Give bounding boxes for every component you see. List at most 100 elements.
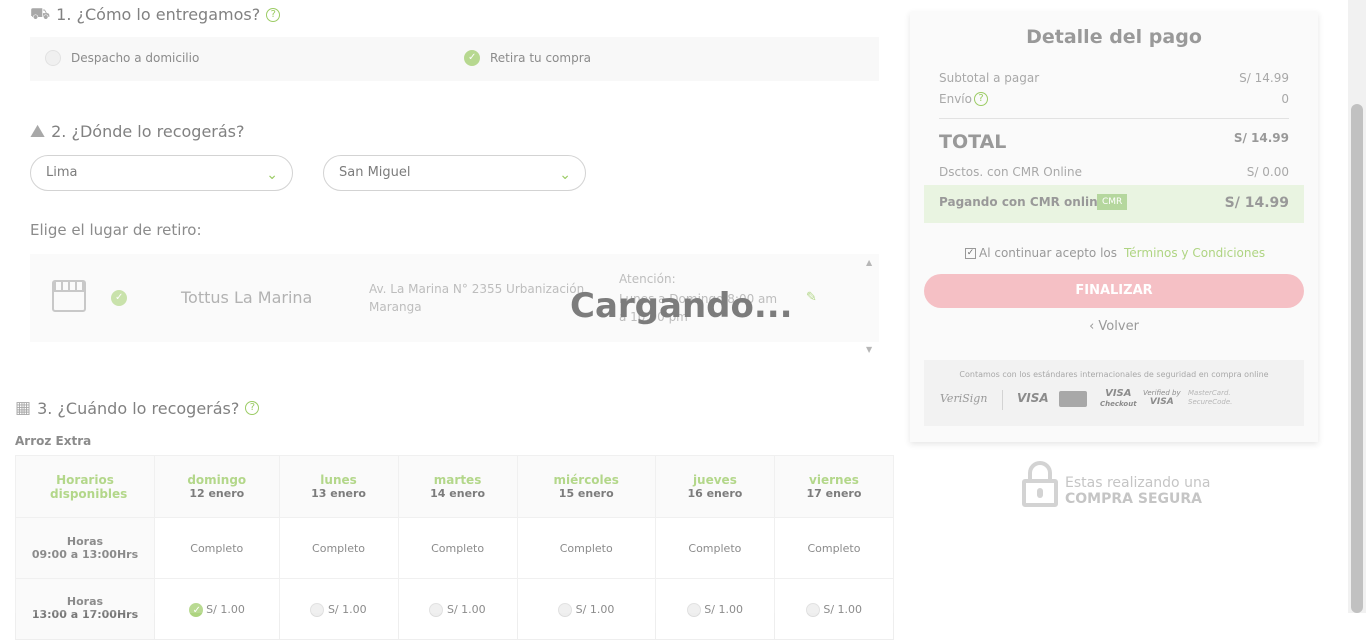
day-column: domingo 12 enero bbox=[154, 455, 280, 518]
slot-radio[interactable] bbox=[188, 603, 203, 618]
back-link[interactable]: ‹ Volver bbox=[910, 319, 1318, 334]
slot-option[interactable]: S/ 1.00 bbox=[654, 578, 775, 640]
verisign-logo: VeriSign bbox=[940, 392, 988, 405]
divider bbox=[1002, 390, 1003, 410]
slot-option[interactable]: S/ 1.00 bbox=[773, 578, 895, 640]
district-value: San Miguel bbox=[339, 165, 411, 180]
choose-store-label: Elige el lugar de retiro: bbox=[30, 221, 202, 239]
day-date: 13 enero bbox=[311, 487, 366, 500]
slot-radio[interactable] bbox=[686, 603, 701, 617]
delivery-title: 1. ¿Cómo lo entregamos? bbox=[56, 5, 261, 24]
total-label: TOTAL bbox=[939, 131, 1007, 153]
map-icon: ⛰ bbox=[30, 121, 46, 142]
security-text: Contamos con los estándares internaciona… bbox=[959, 370, 1269, 379]
help-icon[interactable]: ? bbox=[973, 92, 988, 106]
option-pickup-label: Retira tu compra bbox=[490, 51, 591, 65]
product-name: Arroz Extra bbox=[15, 434, 92, 448]
slot-radio[interactable] bbox=[310, 603, 325, 617]
payment-title: Detalle del pago bbox=[1026, 26, 1202, 48]
mc-bottom: SecureCode. bbox=[1188, 398, 1233, 406]
region-select[interactable]: Lima ⌄ bbox=[30, 155, 293, 191]
back-label: Volver bbox=[1098, 319, 1139, 334]
terms-row: ✓ Al continuar acepto los Términos y Con… bbox=[965, 246, 1265, 260]
day-date: 16 enero bbox=[687, 487, 743, 500]
day-column: jueves 16 enero bbox=[654, 455, 775, 518]
loading-text: Cargando... bbox=[570, 286, 793, 326]
slot-radio[interactable] bbox=[805, 603, 820, 617]
option-home[interactable]: Despacho a domicilio bbox=[45, 50, 199, 66]
calendar-icon: ▦ bbox=[15, 398, 32, 418]
subtotal-value: S/ 14.99 bbox=[1239, 71, 1289, 85]
visa-checkout-bottom: Checkout bbox=[1100, 400, 1137, 408]
scroll-up-icon[interactable]: ▲ bbox=[866, 258, 872, 267]
region-value: Lima bbox=[46, 165, 78, 180]
edit-icon[interactable]: ✎ bbox=[806, 290, 817, 305]
visa-checkout-logo: VISA Checkout bbox=[1100, 389, 1137, 409]
slot-price: S/ 1.00 bbox=[823, 603, 863, 616]
terms-link[interactable]: Términos y Condiciones bbox=[1124, 246, 1265, 260]
slot-label: Horas bbox=[66, 595, 104, 608]
mc-top: MasterCard. bbox=[1188, 389, 1231, 397]
when-section-title: ▦ 3. ¿Cuándo lo recogerás? ? bbox=[15, 398, 260, 418]
slot-time: 09:00 a 13:00Hrs bbox=[31, 548, 139, 561]
slot-status: Completo bbox=[278, 517, 399, 579]
day-column: lunes 13 enero bbox=[278, 455, 399, 518]
chevron-left-icon: ‹ bbox=[1089, 319, 1095, 334]
store-name: Tottus La Marina bbox=[181, 288, 313, 307]
mastercard-logo bbox=[1059, 391, 1087, 407]
terms-text: Al continuar acepto los bbox=[979, 246, 1117, 260]
shipping-label: Envío bbox=[939, 92, 972, 106]
help-icon[interactable]: ? bbox=[245, 401, 260, 415]
visa-logo: VISA bbox=[1017, 391, 1049, 405]
discount-label: Dsctos. con CMR Online bbox=[939, 165, 1082, 179]
slot-price: S/ 1.00 bbox=[327, 603, 367, 616]
store-radio[interactable] bbox=[111, 290, 127, 306]
slot-price: S/ 1.00 bbox=[206, 603, 245, 616]
divider bbox=[939, 118, 1289, 119]
terms-checkbox[interactable]: ✓ bbox=[965, 247, 976, 259]
option-pickup[interactable]: Retira tu compra bbox=[464, 50, 591, 66]
table-row: Horas13:00 a 17:00Hrs S/ 1.00 S/ 1.00 S/… bbox=[15, 578, 895, 640]
day-date: 17 enero bbox=[806, 487, 862, 500]
slot-status: Completo bbox=[516, 517, 656, 579]
slot-radio[interactable] bbox=[429, 603, 444, 617]
slot-option[interactable]: S/ 1.00 bbox=[516, 578, 656, 640]
day-name: viernes bbox=[809, 473, 859, 487]
day-name: miércoles bbox=[553, 473, 619, 487]
schedule-table: Horarios disponibles domingo 12 enero lun… bbox=[15, 455, 895, 640]
slot-option[interactable]: S/ 1.00 bbox=[154, 578, 280, 640]
verified-by-visa-logo: Verified by VISA bbox=[1143, 389, 1181, 407]
scroll-down-icon[interactable]: ▼ bbox=[866, 345, 872, 354]
slot-status: Completo bbox=[773, 517, 895, 579]
radio-pickup[interactable] bbox=[464, 50, 480, 66]
day-column: viernes 17 enero bbox=[773, 455, 895, 518]
cmr-box: Pagando con CMR online CMR S/ 14.99 bbox=[924, 185, 1304, 223]
slot-status: Completo bbox=[654, 517, 775, 579]
district-select[interactable]: San Miguel ⌄ bbox=[323, 155, 586, 191]
day-date: 14 enero bbox=[430, 487, 486, 500]
store-address: Av. La Marina N° 2355 Urbanización Maran… bbox=[369, 282, 585, 314]
padlock-icon bbox=[1022, 461, 1058, 507]
finish-button[interactable]: FINALIZAR bbox=[924, 274, 1304, 308]
day-name: martes bbox=[433, 473, 482, 487]
slot-radio[interactable] bbox=[558, 603, 573, 617]
option-home-label: Despacho a domicilio bbox=[71, 51, 200, 65]
discount-value: S/ 0.00 bbox=[1246, 165, 1289, 179]
slot-price: S/ 1.00 bbox=[704, 603, 743, 616]
radio-home[interactable] bbox=[45, 50, 61, 66]
page-scrollbar[interactable] bbox=[1348, 0, 1366, 613]
security-box: Contamos con los estándares internaciona… bbox=[924, 360, 1304, 426]
store-hours-label: Atención: bbox=[619, 272, 676, 286]
day-date: 12 enero bbox=[189, 487, 245, 500]
verified-bottom: VISA bbox=[1149, 397, 1174, 407]
slot-time: 13:00 a 17:00Hrs bbox=[31, 608, 139, 621]
scrollbar-thumb[interactable] bbox=[1351, 104, 1363, 613]
slot-option[interactable]: S/ 1.00 bbox=[397, 578, 518, 640]
help-icon[interactable]: ? bbox=[266, 7, 281, 22]
pickup-section-title: ⛰ 2. ¿Dónde lo recogerás? bbox=[30, 121, 245, 142]
day-name: jueves bbox=[692, 473, 737, 487]
chevron-down-icon: ⌄ bbox=[559, 167, 571, 183]
delivery-options: Despacho a domicilio Retira tu compra bbox=[30, 37, 879, 81]
total-value: S/ 14.99 bbox=[1233, 131, 1289, 145]
slot-option[interactable]: S/ 1.00 bbox=[278, 578, 399, 640]
